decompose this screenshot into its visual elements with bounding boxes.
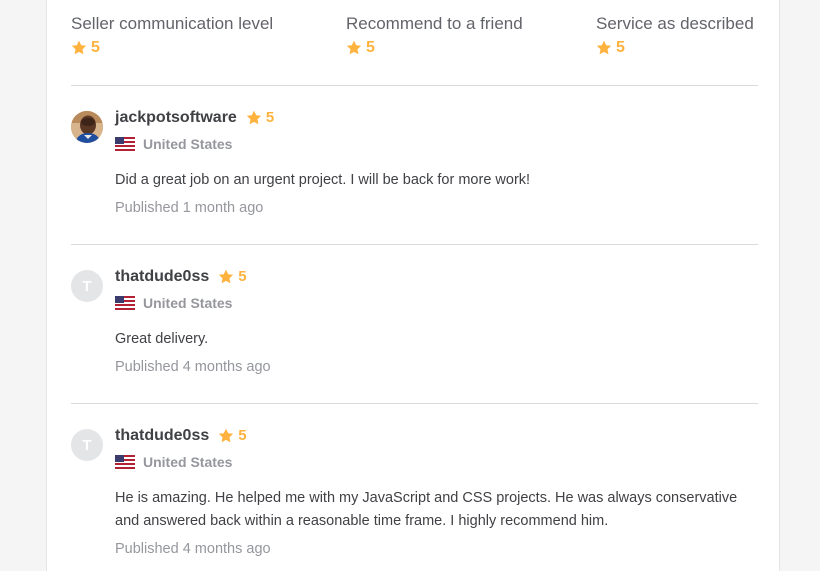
star-icon xyxy=(219,428,234,443)
star-icon xyxy=(246,110,262,125)
review-content: thatdude0ss 5 United States Great delive… xyxy=(115,266,755,377)
review-content: thatdude0ss 5 United States He is amazin… xyxy=(115,425,755,559)
review-rating: 5 xyxy=(218,427,247,444)
review-rating: 5 xyxy=(218,268,247,285)
review-header: thatdude0ss 5 xyxy=(115,425,755,447)
star-icon xyxy=(596,40,612,55)
country-row: United States xyxy=(115,295,755,311)
username[interactable]: jackpotsoftware xyxy=(115,109,237,127)
us-flag-icon xyxy=(115,137,135,151)
breakdown-rating: 5 xyxy=(346,40,523,56)
published-date: Published 4 months ago xyxy=(115,541,271,557)
divider xyxy=(71,244,758,245)
breakdown-label: Service as described xyxy=(596,14,754,33)
avatar[interactable]: T xyxy=(71,429,103,461)
review-rating: 5 xyxy=(246,110,274,126)
star-icon xyxy=(346,40,362,55)
breakdown-value: 5 xyxy=(91,39,100,56)
review-header: jackpotsoftware 5 xyxy=(115,107,755,129)
rating-value: 5 xyxy=(238,268,247,285)
review-text: He is amazing. He helped me with my Java… xyxy=(115,490,738,529)
breakdown-communication: Seller communication level 5 xyxy=(71,12,273,56)
rating-value: 5 xyxy=(238,427,247,444)
published-date: Published 4 months ago xyxy=(115,359,271,375)
divider xyxy=(71,85,758,86)
rating-breakdown: Seller communication level 5 Recommend t… xyxy=(71,12,759,72)
breakdown-label: Recommend to a friend xyxy=(346,14,523,33)
country-name: United States xyxy=(143,295,233,311)
avatar[interactable]: T xyxy=(71,270,103,302)
divider xyxy=(71,403,758,404)
username[interactable]: thatdude0ss xyxy=(115,268,209,286)
profile-photo-icon xyxy=(71,111,103,143)
breakdown-label: Seller communication level xyxy=(71,14,274,33)
star-icon xyxy=(71,40,87,55)
breakdown-recommend: Recommend to a friend 5 xyxy=(346,12,523,56)
avatar[interactable] xyxy=(71,111,103,143)
star-icon xyxy=(219,269,234,284)
country-name: United States xyxy=(143,136,233,152)
review-content: jackpotsoftware 5 United States Did a gr… xyxy=(115,107,755,218)
reviews-card: Seller communication level 5 Recommend t… xyxy=(46,0,780,571)
us-flag-icon xyxy=(115,296,135,310)
breakdown-rating: 5 xyxy=(71,40,273,56)
username[interactable]: thatdude0ss xyxy=(115,427,209,445)
published-date: Published 1 month ago xyxy=(115,200,264,216)
country-row: United States xyxy=(115,454,755,470)
breakdown-rating: 5 xyxy=(596,40,754,56)
breakdown-value: 5 xyxy=(616,39,625,56)
review-text: Did a great job on an urgent project. I … xyxy=(115,172,531,188)
breakdown-service: Service as described 5 xyxy=(596,12,754,56)
breakdown-value: 5 xyxy=(366,39,375,56)
rating-value: 5 xyxy=(265,109,275,126)
us-flag-icon xyxy=(115,455,135,469)
review-text: Great delivery. xyxy=(115,331,209,347)
country-row: United States xyxy=(115,136,755,152)
review-header: thatdude0ss 5 xyxy=(115,266,755,288)
country-name: United States xyxy=(143,454,233,470)
